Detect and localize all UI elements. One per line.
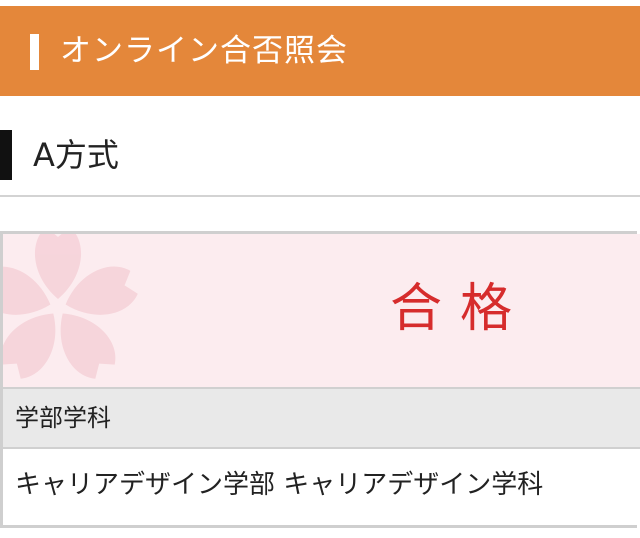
detail-value-row: キャリアデザイン学部 キャリアデザイン学科 xyxy=(3,449,640,522)
result-status: 合格 xyxy=(390,279,531,339)
section-heading-block: A方式 xyxy=(0,96,640,197)
result-card: 合格 学部学科 キャリアデザイン学部 キャリアデザイン学科 xyxy=(0,231,640,528)
section-accent-mark xyxy=(0,130,12,180)
page: オンライン合否照会 A方式 合格 学部学科 キャリアデザイン学部 キャリアデザイ… xyxy=(0,0,640,538)
detail-label: 学部学科 xyxy=(15,404,111,432)
header-accent-bar xyxy=(30,34,39,70)
section-heading: A方式 xyxy=(33,136,119,174)
detail-label-row: 学部学科 xyxy=(3,389,640,449)
detail-value: キャリアデザイン学部 キャリアデザイン学科 xyxy=(15,470,544,500)
result-banner: 合格 xyxy=(3,234,640,389)
page-title: オンライン合否照会 xyxy=(60,33,348,69)
sakura-icon xyxy=(3,234,138,379)
header-bar: オンライン合否照会 xyxy=(0,6,640,96)
